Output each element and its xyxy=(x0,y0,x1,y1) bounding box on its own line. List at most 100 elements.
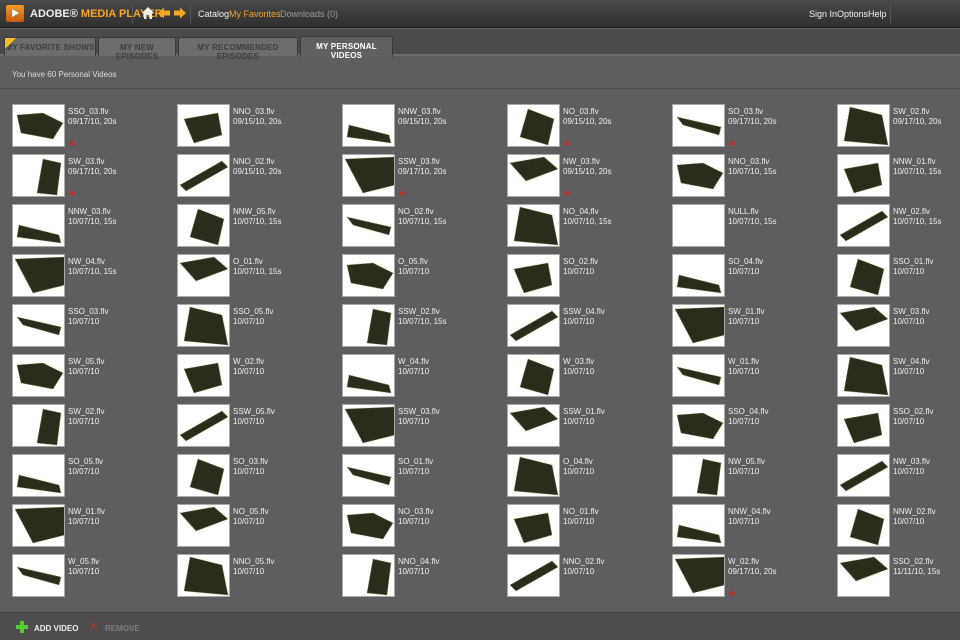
video-thumbnail[interactable] xyxy=(837,554,890,597)
video-item[interactable]: NNW_03.flv 09/15/10, 20s xyxy=(342,104,507,154)
video-thumbnail[interactable] xyxy=(672,154,725,197)
video-item[interactable]: NNO_05.flv 10/07/10 xyxy=(177,554,342,604)
video-item[interactable]: SW_05.flv 10/07/10 xyxy=(12,354,177,404)
video-thumbnail[interactable] xyxy=(342,554,395,597)
video-item[interactable]: SO_01.flv 10/07/10 xyxy=(342,454,507,504)
video-item[interactable]: NNW_02.flv 10/07/10 xyxy=(837,504,960,554)
video-thumbnail[interactable] xyxy=(177,104,230,147)
video-thumbnail[interactable] xyxy=(177,154,230,197)
video-thumbnail[interactable] xyxy=(507,254,560,297)
video-thumbnail[interactable] xyxy=(342,354,395,397)
forward-arrow-icon[interactable] xyxy=(173,6,187,20)
video-thumbnail[interactable] xyxy=(507,154,560,197)
video-thumbnail[interactable] xyxy=(177,404,230,447)
nav-downloads[interactable]: Downloads (0) xyxy=(280,9,338,19)
video-item[interactable]: NO_04.flv 10/07/10, 15s xyxy=(507,204,672,254)
back-arrow-icon[interactable] xyxy=(157,6,171,20)
video-thumbnail[interactable] xyxy=(177,504,230,547)
video-item[interactable]: W_05.flv 10/07/10 xyxy=(12,554,177,604)
video-thumbnail[interactable] xyxy=(342,454,395,497)
video-item[interactable]: SSW_05.flv 10/07/10 xyxy=(177,404,342,454)
video-thumbnail[interactable] xyxy=(672,404,725,447)
video-item[interactable]: SSO_02.flv 10/07/10 xyxy=(837,404,960,454)
video-item[interactable]: SSW_02.flv 10/07/10, 15s xyxy=(342,304,507,354)
video-thumbnail[interactable] xyxy=(12,454,65,497)
video-thumbnail[interactable] xyxy=(672,554,725,597)
video-item[interactable]: NNO_02.flv 09/15/10, 20s xyxy=(177,154,342,204)
video-item[interactable]: SSO_01.flv 10/07/10 xyxy=(837,254,960,304)
video-thumbnail[interactable] xyxy=(837,204,890,247)
sign-in-link[interactable]: Sign In xyxy=(809,9,837,19)
video-thumbnail[interactable] xyxy=(672,304,725,347)
video-thumbnail[interactable] xyxy=(507,204,560,247)
video-thumbnail[interactable] xyxy=(342,304,395,347)
video-thumbnail[interactable] xyxy=(342,254,395,297)
video-thumbnail[interactable] xyxy=(837,304,890,347)
video-thumbnail[interactable] xyxy=(507,454,560,497)
video-item[interactable]: NNO_04.flv 10/07/10 xyxy=(342,554,507,604)
video-thumbnail[interactable] xyxy=(177,254,230,297)
video-item[interactable]: SSO_04.flv 10/07/10 xyxy=(672,404,837,454)
video-item[interactable]: SW_04.flv 10/07/10 xyxy=(837,354,960,404)
video-thumbnail[interactable] xyxy=(177,304,230,347)
video-item[interactable]: NO_03.flv 09/15/10, 20s xyxy=(507,104,672,154)
video-thumbnail[interactable] xyxy=(177,454,230,497)
tab-my-new-episodes[interactable]: MY NEW EPISODES xyxy=(98,37,176,61)
video-thumbnail[interactable] xyxy=(12,354,65,397)
tab-my-personal-videos[interactable]: MY PERSONAL VIDEOS xyxy=(300,36,393,60)
video-thumbnail[interactable] xyxy=(837,504,890,547)
video-thumbnail[interactable] xyxy=(672,354,725,397)
video-thumbnail[interactable] xyxy=(672,504,725,547)
video-item[interactable]: SSW_03.flv 09/17/10, 20s xyxy=(342,154,507,204)
video-thumbnail[interactable] xyxy=(507,404,560,447)
video-item[interactable]: NNW_01.flv 10/07/10, 15s xyxy=(837,154,960,204)
video-thumbnail[interactable] xyxy=(837,404,890,447)
video-item[interactable]: W_03.flv 10/07/10 xyxy=(507,354,672,404)
video-item[interactable]: NULL.flv 10/07/10, 15s xyxy=(672,204,837,254)
video-item[interactable]: SW_01.flv 10/07/10 xyxy=(672,304,837,354)
video-thumbnail[interactable] xyxy=(177,204,230,247)
video-item[interactable]: W_01.flv 10/07/10 xyxy=(672,354,837,404)
video-thumbnail[interactable] xyxy=(12,154,65,197)
help-link[interactable]: Help xyxy=(868,9,887,19)
video-item[interactable]: NW_01.flv 10/07/10 xyxy=(12,504,177,554)
nav-my-favorites[interactable]: My Favorites xyxy=(229,9,281,19)
video-item[interactable]: NNW_04.flv 10/07/10 xyxy=(672,504,837,554)
video-thumbnail[interactable] xyxy=(507,304,560,347)
video-thumbnail[interactable] xyxy=(12,404,65,447)
video-thumbnail[interactable] xyxy=(507,354,560,397)
video-item[interactable]: NNO_03.flv 10/07/10, 15s xyxy=(672,154,837,204)
video-item[interactable]: W_02.flv 10/07/10 xyxy=(177,354,342,404)
video-item[interactable]: NW_04.flv 10/07/10, 15s xyxy=(12,254,177,304)
video-thumbnail[interactable] xyxy=(12,104,65,147)
video-item[interactable]: SSO_03.flv 09/17/10, 20s xyxy=(12,104,177,154)
video-item[interactable]: NW_05.flv 10/07/10 xyxy=(672,454,837,504)
video-thumbnail[interactable] xyxy=(177,354,230,397)
video-thumbnail[interactable] xyxy=(342,404,395,447)
video-thumbnail[interactable] xyxy=(12,304,65,347)
nav-catalog[interactable]: Catalog xyxy=(198,9,229,19)
tab-my-favorite-shows[interactable]: MY FAVORITE SHOWS xyxy=(4,37,96,56)
video-thumbnail[interactable] xyxy=(672,204,725,247)
video-item[interactable]: SW_03.flv 09/17/10, 20s xyxy=(12,154,177,204)
video-thumbnail[interactable] xyxy=(342,104,395,147)
video-thumbnail[interactable] xyxy=(672,104,725,147)
video-item[interactable]: SO_03.flv 09/17/10, 20s xyxy=(672,104,837,154)
video-item[interactable]: NNO_02.flv 10/07/10 xyxy=(507,554,672,604)
video-item[interactable]: W_04.flv 10/07/10 xyxy=(342,354,507,404)
video-item[interactable]: NW_03.flv 09/15/10, 20s xyxy=(507,154,672,204)
video-thumbnail[interactable] xyxy=(507,554,560,597)
video-thumbnail[interactable] xyxy=(12,254,65,297)
video-thumbnail[interactable] xyxy=(672,254,725,297)
video-thumbnail[interactable] xyxy=(12,504,65,547)
video-thumbnail[interactable] xyxy=(672,454,725,497)
video-thumbnail[interactable] xyxy=(342,504,395,547)
video-item[interactable]: NNO_03.flv 09/15/10, 20s xyxy=(177,104,342,154)
video-thumbnail[interactable] xyxy=(177,554,230,597)
video-item[interactable]: O_01.flv 10/07/10, 15s xyxy=(177,254,342,304)
video-item[interactable]: NNW_05.flv 10/07/10, 15s xyxy=(177,204,342,254)
video-thumbnail[interactable] xyxy=(837,104,890,147)
video-thumbnail[interactable] xyxy=(342,204,395,247)
video-thumbnail[interactable] xyxy=(12,204,65,247)
video-item[interactable]: SW_02.flv 10/07/10 xyxy=(12,404,177,454)
